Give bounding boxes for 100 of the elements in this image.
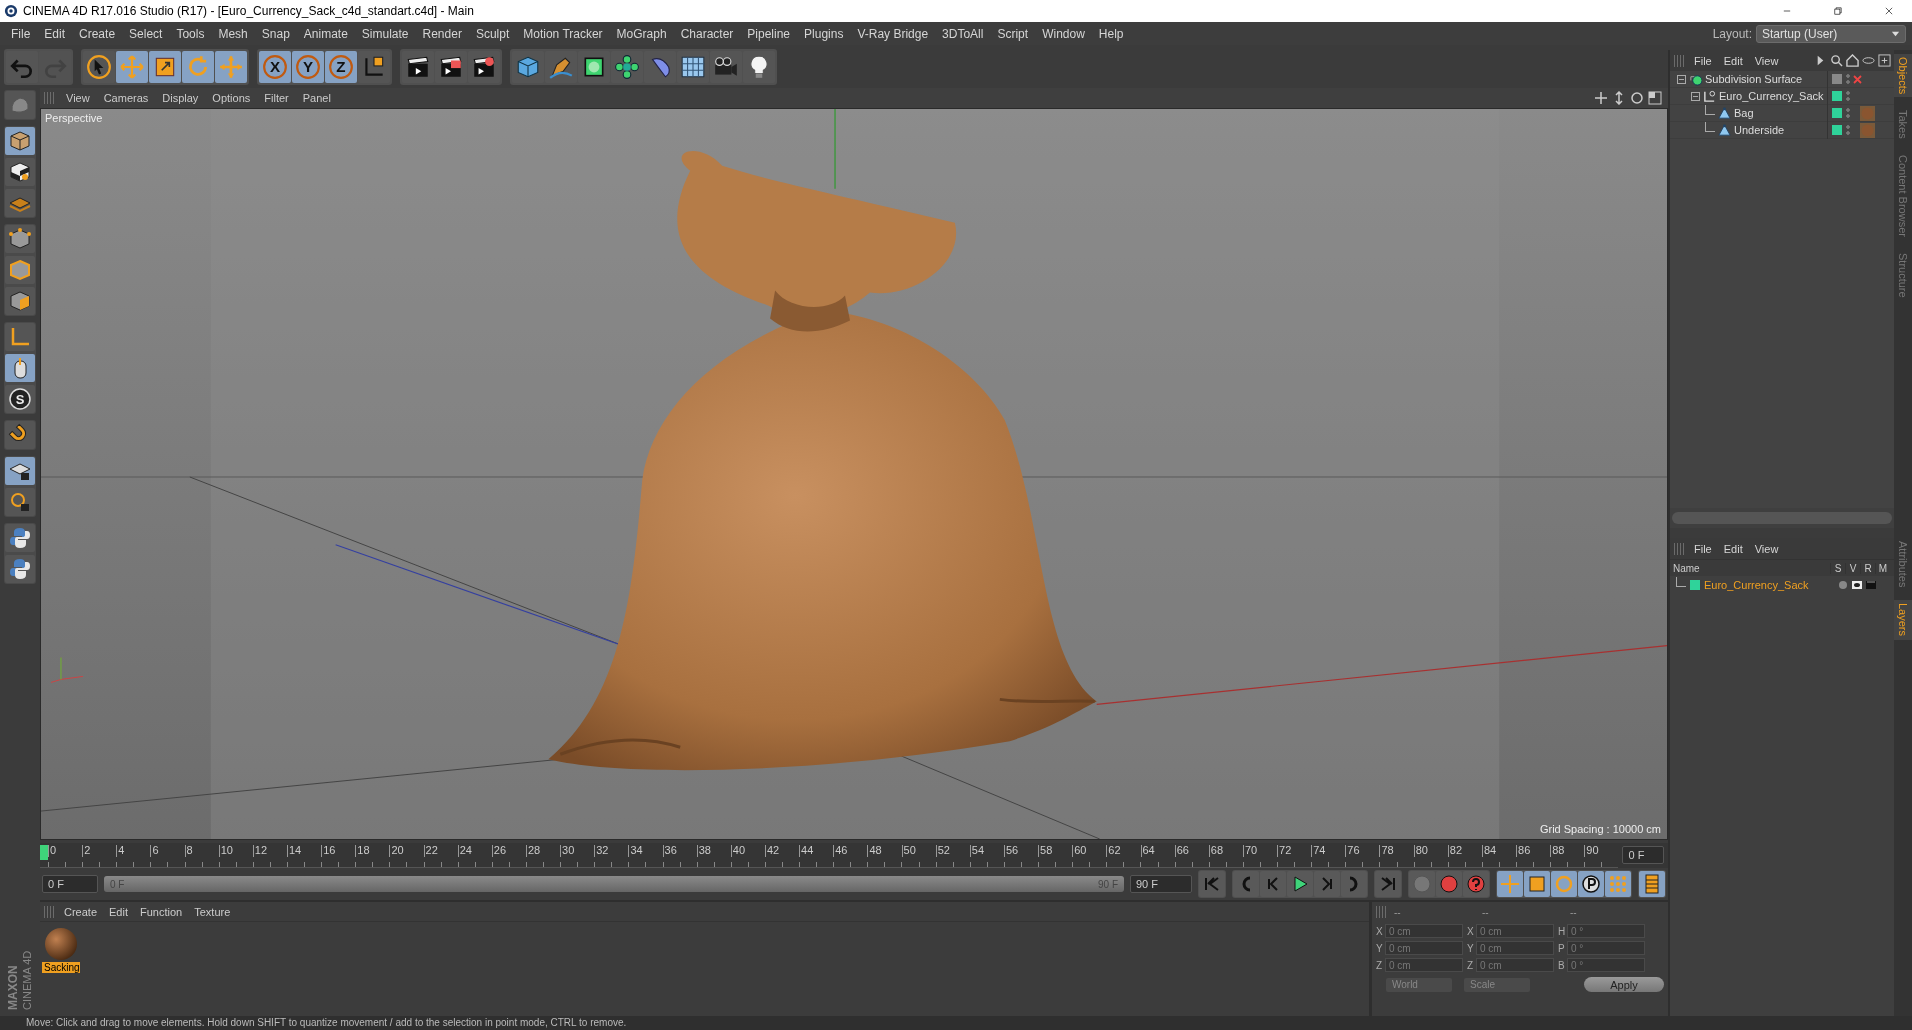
- menu-item[interactable]: Plugins: [797, 23, 851, 44]
- move-view-icon[interactable]: [1594, 91, 1608, 105]
- layout-dropdown[interactable]: Startup (User): [1756, 24, 1906, 43]
- timeline-ruler[interactable]: 0 2 4 6 8 10 12 14 16 18 20 22 24 26 28 30 32 34 36 38 40 42 44 46 48 50 52 54 56 58 60 62 64 66 68 70 72 74 76 78 80 82 84 86 88 90: [40, 843, 1619, 868]
- layer-color-swatch[interactable]: [1832, 125, 1842, 135]
- layer-name[interactable]: Euro_Currency_Sack: [1704, 578, 1834, 591]
- tool-button[interactable]: [5, 555, 35, 583]
- object-name[interactable]: Underside: [1734, 124, 1785, 136]
- menu-item[interactable]: Create: [58, 905, 104, 918]
- solo-dot-icon[interactable]: [1838, 579, 1848, 590]
- menu-item[interactable]: Render: [415, 23, 469, 44]
- apply-button[interactable]: Apply: [1584, 977, 1664, 992]
- maximize-view-icon[interactable]: [1648, 91, 1662, 105]
- menu-item[interactable]: Function: [134, 905, 189, 918]
- layer-color-swatch[interactable]: [1690, 579, 1700, 590]
- start-frame-field[interactable]: 0 F: [42, 875, 98, 893]
- menu-item[interactable]: View: [1748, 538, 1785, 559]
- eye-icon[interactable]: [1852, 579, 1862, 590]
- tool-button[interactable]: [435, 50, 467, 83]
- layer-color-swatch[interactable]: [1832, 91, 1842, 101]
- tool-button[interactable]: [5, 457, 35, 485]
- rotate-view-icon[interactable]: [1630, 91, 1644, 105]
- visibility-dots[interactable]: [1846, 73, 1850, 85]
- zoom-view-icon[interactable]: [1612, 91, 1626, 105]
- tool-button[interactable]: [5, 158, 35, 186]
- add-panel-icon[interactable]: [1878, 54, 1891, 67]
- menu-item[interactable]: View: [1748, 50, 1785, 71]
- tool-button[interactable]: [5, 488, 35, 516]
- help-icon[interactable]: [1466, 874, 1486, 894]
- menu-item[interactable]: Options: [206, 92, 257, 104]
- menu-item[interactable]: Character: [673, 23, 741, 44]
- menu-item[interactable]: Sculpt: [468, 23, 517, 44]
- menu-item[interactable]: Motion Tracker: [516, 23, 610, 44]
- side-tab[interactable]: Layers: [1894, 600, 1912, 640]
- menu-item[interactable]: Simulate: [354, 23, 416, 44]
- menu-item[interactable]: Mesh: [211, 23, 255, 44]
- column-header: S: [1830, 562, 1845, 574]
- menu-item[interactable]: Window: [1035, 23, 1092, 44]
- collapse-icon[interactable]: [1691, 91, 1700, 101]
- menu-item[interactable]: Filter: [258, 92, 295, 104]
- menu-item[interactable]: Animate: [296, 23, 355, 44]
- menu-item[interactable]: Display: [156, 92, 205, 104]
- menu-item[interactable]: Snap: [254, 23, 297, 44]
- tool-button[interactable]: [743, 50, 775, 83]
- tool-button[interactable]: [83, 50, 115, 83]
- end-frame-field[interactable]: 90 F: [1130, 875, 1192, 893]
- home-icon[interactable]: [1846, 54, 1859, 67]
- current-frame-field[interactable]: 0 F: [1622, 846, 1664, 864]
- menu-item[interactable]: Create: [72, 23, 123, 44]
- menu-item[interactable]: File: [1688, 538, 1718, 559]
- menu-item[interactable]: Help: [1091, 23, 1131, 44]
- menu-item[interactable]: Edit: [103, 905, 134, 918]
- object-name[interactable]: Bag: [1734, 107, 1754, 119]
- layer-toggle[interactable]: [1832, 74, 1842, 84]
- visibility-dots[interactable]: [1846, 90, 1850, 102]
- tool-button[interactable]: [5, 524, 35, 552]
- object-name[interactable]: Euro_Currency_Sack: [1719, 90, 1824, 102]
- collapse-icon[interactable]: [1677, 74, 1686, 84]
- dot-grid-icon[interactable]: [1608, 874, 1628, 894]
- playhead-marker[interactable]: [40, 845, 48, 860]
- tool-button[interactable]: [5, 421, 35, 449]
- menu-item[interactable]: View: [60, 92, 96, 104]
- object-name[interactable]: Subdivision Surface: [1705, 73, 1803, 85]
- tool-button[interactable]: [578, 50, 610, 83]
- visibility-dots[interactable]: [1846, 124, 1850, 136]
- menu-item[interactable]: Edit: [1717, 538, 1749, 559]
- frame-number: 30: [560, 845, 595, 857]
- tool-button[interactable]: [611, 50, 643, 83]
- restore-icon[interactable]: [1831, 4, 1845, 18]
- menu-item[interactable]: 3DToAll: [935, 23, 991, 44]
- tool-button[interactable]: [710, 50, 742, 83]
- film-strip-icon[interactable]: [1642, 874, 1662, 894]
- column-header: R: [1860, 562, 1875, 574]
- tool-button[interactable]: [402, 50, 434, 83]
- tool-button[interactable]: [468, 50, 500, 83]
- cross-icon[interactable]: [1853, 74, 1862, 84]
- menu-item[interactable]: Texture: [188, 905, 237, 918]
- minimize-icon[interactable]: [1862, 54, 1875, 67]
- menu-item[interactable]: Script: [990, 23, 1036, 44]
- menu-item[interactable]: File: [4, 23, 38, 44]
- record-icon[interactable]: [1439, 874, 1459, 894]
- scale-icon[interactable]: [1527, 874, 1547, 894]
- search-icon[interactable]: [1830, 54, 1843, 67]
- menu-item[interactable]: Select: [122, 23, 170, 44]
- menu-item[interactable]: Tools: [169, 23, 212, 44]
- menu-item[interactable]: Panel: [296, 92, 337, 104]
- menu-item[interactable]: MoGraph: [609, 23, 674, 44]
- side-tab[interactable]: Objects: [1894, 54, 1912, 98]
- tool-button[interactable]: [5, 354, 35, 382]
- menu-item[interactable]: Cameras: [97, 92, 155, 104]
- menu-item[interactable]: File: [1688, 50, 1718, 71]
- menu-item[interactable]: Edit: [1717, 50, 1749, 71]
- menu-item[interactable]: Pipeline: [740, 23, 798, 44]
- tool-button[interactable]: [358, 50, 390, 83]
- menu-item[interactable]: Edit: [37, 23, 73, 44]
- parameter-icon[interactable]: [1581, 874, 1601, 894]
- menu-item[interactable]: V-Ray Bridge: [850, 23, 936, 44]
- visibility-dots[interactable]: [1846, 107, 1850, 119]
- layer-color-swatch[interactable]: [1832, 108, 1842, 118]
- 3d-viewport[interactable]: Perspective Grid Spacing : 10000 cm: [40, 108, 1668, 840]
